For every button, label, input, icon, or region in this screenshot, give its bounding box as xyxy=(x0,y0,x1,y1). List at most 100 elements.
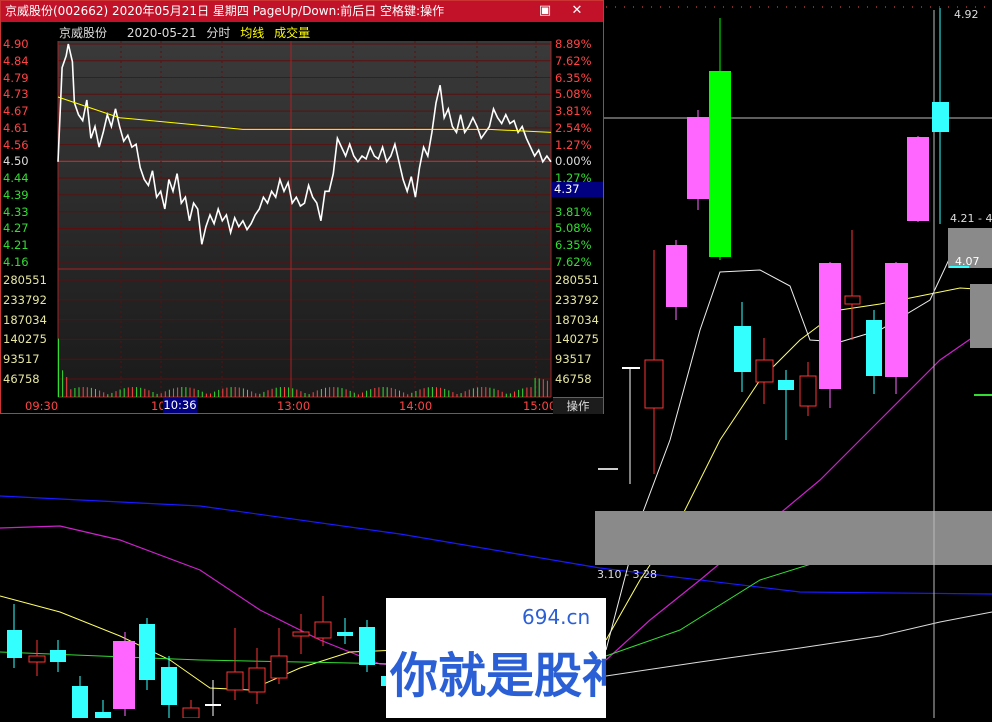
volume-bar xyxy=(493,388,495,397)
volume-tick-label: 46758 xyxy=(555,372,592,386)
volume-bar xyxy=(242,388,244,397)
price-tick-label: 4.73 xyxy=(3,87,29,102)
percent-tick-label: 2.54% xyxy=(555,120,592,135)
intraday-chart-window[interactable]: 京威股份(002662) 2020年05月21日 星期四 PageUp/Down… xyxy=(0,0,604,414)
volume-bar xyxy=(168,389,170,397)
volume-bar xyxy=(316,390,318,397)
volume-bar xyxy=(152,392,154,397)
volume-bar xyxy=(279,387,281,397)
volume-bar xyxy=(218,389,220,397)
volume-bar xyxy=(415,391,417,397)
volume-bar xyxy=(144,388,146,397)
volume-bar xyxy=(238,387,240,397)
percent-tick-label: 0.00% xyxy=(555,154,592,169)
time-tick-label: 14:00 xyxy=(399,399,433,413)
volume-bar xyxy=(86,387,88,397)
price-tick-label: 4.84 xyxy=(3,53,29,68)
svg-text:694.cn: 694.cn xyxy=(522,605,590,629)
volume-bar xyxy=(259,393,261,397)
volume-bar xyxy=(267,390,269,397)
volume-bar xyxy=(123,388,125,397)
price-tick-label: 4.27 xyxy=(3,221,29,236)
volume-bar xyxy=(501,391,503,397)
price-tick-label: 4.39 xyxy=(3,187,29,202)
volume-bar xyxy=(353,392,355,397)
volume-bar xyxy=(230,387,232,397)
volume-tick-label: 93517 xyxy=(555,352,592,367)
volume-bar xyxy=(337,387,339,397)
volume-bar xyxy=(345,389,347,397)
volume-bar xyxy=(173,388,174,397)
volume-bar xyxy=(485,387,487,397)
percent-tick-label: 6.35% xyxy=(555,238,592,253)
percent-tick-label: 1.27% xyxy=(555,137,592,152)
volume-bar xyxy=(300,391,302,397)
volume-bar xyxy=(464,391,466,397)
volume-bar xyxy=(382,387,384,397)
volume-bar xyxy=(333,387,335,397)
volume-bar xyxy=(193,388,195,397)
volume-bar xyxy=(411,392,413,397)
volume-bar xyxy=(452,392,454,397)
volume-bar xyxy=(70,389,72,397)
volume-bar xyxy=(472,388,474,397)
low-range-label: 3.10 - 3.28 xyxy=(597,568,657,581)
volume-bar xyxy=(440,387,442,397)
volume-bar xyxy=(468,389,470,397)
volume-tick-label: 93517 xyxy=(3,352,40,367)
volume-bar xyxy=(74,388,76,397)
price-tick-label: 4.61 xyxy=(3,120,29,135)
volume-bar xyxy=(58,338,59,397)
volume-bar xyxy=(530,387,532,397)
volume-bar xyxy=(497,390,499,397)
ma-line-yellow xyxy=(0,595,401,691)
volume-bar xyxy=(234,387,236,397)
percent-tick-label: 8.89% xyxy=(555,37,592,51)
volume-bar xyxy=(296,389,298,397)
intraday-chart xyxy=(57,41,552,398)
volume-bar xyxy=(140,387,142,397)
volume-tick-label: 140275 xyxy=(3,332,47,347)
volume-bar xyxy=(534,377,536,397)
volume-bar xyxy=(95,389,96,397)
time-tick-label: 09:30 xyxy=(25,399,59,413)
volume-bar xyxy=(505,393,507,397)
volume-bar xyxy=(201,391,203,397)
volume-bar xyxy=(308,394,310,397)
percent-tick-label: 3.81% xyxy=(555,204,592,219)
time-tick-label: 13:00 xyxy=(277,399,311,413)
volume-bar xyxy=(374,388,376,397)
volume-bar xyxy=(320,389,322,397)
volume-bar xyxy=(271,388,273,397)
volume-bar xyxy=(222,388,224,397)
candles-bottom-left xyxy=(7,596,389,718)
price-tick-label: 4.21 xyxy=(3,238,29,253)
volume-bar xyxy=(394,389,396,397)
volume-bar xyxy=(107,394,109,397)
volume-bar xyxy=(292,388,294,397)
candles-right xyxy=(598,8,992,484)
volume-bar xyxy=(90,387,92,397)
volume-bar xyxy=(489,387,491,397)
watermark-logo: 694.cn 你就是股神 xyxy=(386,598,630,718)
percent-tick-label: 5.08% xyxy=(555,87,592,102)
volume-bar xyxy=(546,380,548,397)
volume-bar xyxy=(210,393,211,397)
volume-bar xyxy=(177,387,179,397)
volume-bar xyxy=(538,378,540,397)
gray-zone-right xyxy=(970,284,992,348)
volume-bar xyxy=(341,388,343,397)
percent-tick-label: 5.08% xyxy=(555,221,592,236)
volume-bar xyxy=(82,387,84,397)
volume-bar xyxy=(275,387,277,397)
volume-bar xyxy=(185,387,187,397)
volume-bar xyxy=(284,387,285,397)
volume-bar xyxy=(325,387,326,397)
operate-button[interactable]: 操作 xyxy=(553,397,603,414)
percent-tick-label: 7.62% xyxy=(555,53,592,68)
volume-bar xyxy=(78,387,80,397)
volume-bar xyxy=(255,393,257,397)
volume-bar xyxy=(481,387,483,397)
volume-bar xyxy=(349,390,351,397)
volume-bar xyxy=(164,391,166,397)
